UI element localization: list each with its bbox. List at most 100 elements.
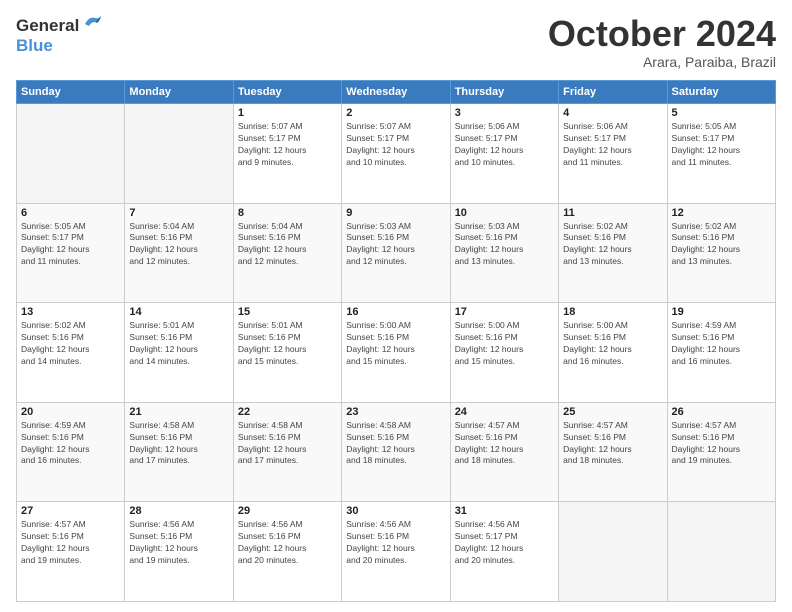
calendar-cell: 11 Sunrise: 5:02 AM Sunset: 5:16 PM Dayli… <box>559 203 667 303</box>
calendar-cell: 3 Sunrise: 5:06 AM Sunset: 5:17 PM Daylig… <box>450 104 558 204</box>
calendar-cell: 21Sunrise: 4:58 AM Sunset: 5:16 PM Dayli… <box>125 402 233 502</box>
day-info: Sunrise: 4:56 AM Sunset: 5:16 PM Dayligh… <box>346 519 445 567</box>
day-info: Sunrise: 5:07 AM Sunset: 5:17 PM Dayligh… <box>238 121 337 169</box>
calendar-cell: 25Sunrise: 4:57 AM Sunset: 5:16 PM Dayli… <box>559 402 667 502</box>
day-of-week-header: Wednesday <box>342 81 450 104</box>
calendar-table: SundayMondayTuesdayWednesdayThursdayFrid… <box>16 80 776 602</box>
calendar-cell: 19 Sunrise: 4:59 AM Sunset: 5:16 PM Dayli… <box>667 303 775 403</box>
calendar-cell: 28 Sunrise: 4:56 AM Sunset: 5:16 PM Dayli… <box>125 502 233 602</box>
month-title: October 2024 <box>548 16 776 52</box>
day-number: 21 <box>129 406 228 418</box>
calendar-cell: 13Sunrise: 5:02 AM Sunset: 5:16 PM Dayli… <box>17 303 125 403</box>
day-info: Sunrise: 5:02 AM Sunset: 5:16 PM Dayligh… <box>563 221 662 269</box>
logo-blue: Blue <box>16 36 53 56</box>
day-info: Sunrise: 5:06 AM Sunset: 5:17 PM Dayligh… <box>563 121 662 169</box>
calendar-cell: 10 Sunrise: 5:03 AM Sunset: 5:16 PM Dayli… <box>450 203 558 303</box>
day-number: 22 <box>238 406 337 418</box>
calendar-week-row: 27 Sunrise: 4:57 AM Sunset: 5:16 PM Dayli… <box>17 502 776 602</box>
day-info: Sunrise: 5:04 AM Sunset: 5:16 PM Dayligh… <box>238 221 337 269</box>
calendar-week-row: 20 Sunrise: 4:59 AM Sunset: 5:16 PM Dayli… <box>17 402 776 502</box>
logo-bird-icon <box>81 14 103 34</box>
day-info: Sunrise: 5:00 AM Sunset: 5:16 PM Dayligh… <box>346 320 445 368</box>
day-number: 29 <box>238 505 337 517</box>
day-info: Sunrise: 4:59 AM Sunset: 5:16 PM Dayligh… <box>672 320 771 368</box>
day-number: 4 <box>563 107 662 119</box>
location: Arara, Paraiba, Brazil <box>548 54 776 70</box>
day-number: 3 <box>455 107 554 119</box>
title-block: October 2024 Arara, Paraiba, Brazil <box>548 16 776 70</box>
calendar-cell: 29 Sunrise: 4:56 AM Sunset: 5:16 PM Dayli… <box>233 502 341 602</box>
day-info: Sunrise: 5:00 AM Sunset: 5:16 PM Dayligh… <box>455 320 554 368</box>
calendar-week-row: 13Sunrise: 5:02 AM Sunset: 5:16 PM Dayli… <box>17 303 776 403</box>
calendar-cell: 26 Sunrise: 4:57 AM Sunset: 5:16 PM Dayli… <box>667 402 775 502</box>
day-number: 10 <box>455 207 554 219</box>
day-number: 28 <box>129 505 228 517</box>
day-info: Sunrise: 4:57 AM Sunset: 5:16 PM Dayligh… <box>672 420 771 468</box>
day-number: 23 <box>346 406 445 418</box>
calendar-cell <box>17 104 125 204</box>
day-number: 13 <box>21 306 120 318</box>
day-number: 2 <box>346 107 445 119</box>
day-number: 24 <box>455 406 554 418</box>
calendar-cell <box>125 104 233 204</box>
day-of-week-header: Friday <box>559 81 667 104</box>
calendar-cell: 22 Sunrise: 4:58 AM Sunset: 5:16 PM Dayli… <box>233 402 341 502</box>
calendar-cell <box>667 502 775 602</box>
header: General Blue October 2024 Arara, Paraiba… <box>16 16 776 70</box>
day-number: 1 <box>238 107 337 119</box>
day-info: Sunrise: 4:57 AM Sunset: 5:16 PM Dayligh… <box>21 519 120 567</box>
day-info: Sunrise: 4:56 AM Sunset: 5:16 PM Dayligh… <box>129 519 228 567</box>
logo-general: General <box>16 16 79 36</box>
day-of-week-header: Thursday <box>450 81 558 104</box>
calendar-cell: 12Sunrise: 5:02 AM Sunset: 5:16 PM Dayli… <box>667 203 775 303</box>
day-of-week-header: Monday <box>125 81 233 104</box>
day-number: 11 <box>563 207 662 219</box>
calendar-cell: 18 Sunrise: 5:00 AM Sunset: 5:16 PM Dayli… <box>559 303 667 403</box>
day-info: Sunrise: 4:58 AM Sunset: 5:16 PM Dayligh… <box>238 420 337 468</box>
day-number: 5 <box>672 107 771 119</box>
page: General Blue October 2024 Arara, Paraiba… <box>0 0 792 612</box>
day-info: Sunrise: 5:05 AM Sunset: 5:17 PM Dayligh… <box>672 121 771 169</box>
calendar-cell: 5 Sunrise: 5:05 AM Sunset: 5:17 PM Daylig… <box>667 104 775 204</box>
day-number: 9 <box>346 207 445 219</box>
calendar-cell: 15Sunrise: 5:01 AM Sunset: 5:16 PM Dayli… <box>233 303 341 403</box>
day-info: Sunrise: 4:58 AM Sunset: 5:16 PM Dayligh… <box>346 420 445 468</box>
day-number: 8 <box>238 207 337 219</box>
calendar-cell: 4 Sunrise: 5:06 AM Sunset: 5:17 PM Daylig… <box>559 104 667 204</box>
day-number: 6 <box>21 207 120 219</box>
day-number: 7 <box>129 207 228 219</box>
calendar-cell: 7Sunrise: 5:04 AM Sunset: 5:16 PM Daylig… <box>125 203 233 303</box>
day-number: 26 <box>672 406 771 418</box>
day-info: Sunrise: 5:02 AM Sunset: 5:16 PM Dayligh… <box>672 221 771 269</box>
day-number: 17 <box>455 306 554 318</box>
day-info: Sunrise: 5:03 AM Sunset: 5:16 PM Dayligh… <box>455 221 554 269</box>
day-number: 15 <box>238 306 337 318</box>
day-info: Sunrise: 4:56 AM Sunset: 5:16 PM Dayligh… <box>238 519 337 567</box>
day-info: Sunrise: 5:00 AM Sunset: 5:16 PM Dayligh… <box>563 320 662 368</box>
day-info: Sunrise: 4:59 AM Sunset: 5:16 PM Dayligh… <box>21 420 120 468</box>
calendar-cell: 2Sunrise: 5:07 AM Sunset: 5:17 PM Daylig… <box>342 104 450 204</box>
day-info: Sunrise: 5:06 AM Sunset: 5:17 PM Dayligh… <box>455 121 554 169</box>
calendar-cell: 17 Sunrise: 5:00 AM Sunset: 5:16 PM Dayli… <box>450 303 558 403</box>
day-number: 19 <box>672 306 771 318</box>
calendar-cell: 6 Sunrise: 5:05 AM Sunset: 5:17 PM Daylig… <box>17 203 125 303</box>
day-number: 20 <box>21 406 120 418</box>
day-info: Sunrise: 4:57 AM Sunset: 5:16 PM Dayligh… <box>563 420 662 468</box>
calendar-cell: 14Sunrise: 5:01 AM Sunset: 5:16 PM Dayli… <box>125 303 233 403</box>
logo: General Blue <box>16 16 103 56</box>
calendar-header-row: SundayMondayTuesdayWednesdayThursdayFrid… <box>17 81 776 104</box>
calendar-cell: 16 Sunrise: 5:00 AM Sunset: 5:16 PM Dayli… <box>342 303 450 403</box>
day-of-week-header: Saturday <box>667 81 775 104</box>
day-info: Sunrise: 5:05 AM Sunset: 5:17 PM Dayligh… <box>21 221 120 269</box>
day-info: Sunrise: 5:03 AM Sunset: 5:16 PM Dayligh… <box>346 221 445 269</box>
calendar-cell: 9 Sunrise: 5:03 AM Sunset: 5:16 PM Daylig… <box>342 203 450 303</box>
calendar-cell: 24 Sunrise: 4:57 AM Sunset: 5:16 PM Dayli… <box>450 402 558 502</box>
day-number: 27 <box>21 505 120 517</box>
calendar-cell: 30Sunrise: 4:56 AM Sunset: 5:16 PM Dayli… <box>342 502 450 602</box>
day-number: 16 <box>346 306 445 318</box>
calendar-week-row: 1 Sunrise: 5:07 AM Sunset: 5:17 PM Daylig… <box>17 104 776 204</box>
day-info: Sunrise: 4:57 AM Sunset: 5:16 PM Dayligh… <box>455 420 554 468</box>
day-number: 18 <box>563 306 662 318</box>
day-of-week-header: Tuesday <box>233 81 341 104</box>
calendar-cell: 1 Sunrise: 5:07 AM Sunset: 5:17 PM Daylig… <box>233 104 341 204</box>
